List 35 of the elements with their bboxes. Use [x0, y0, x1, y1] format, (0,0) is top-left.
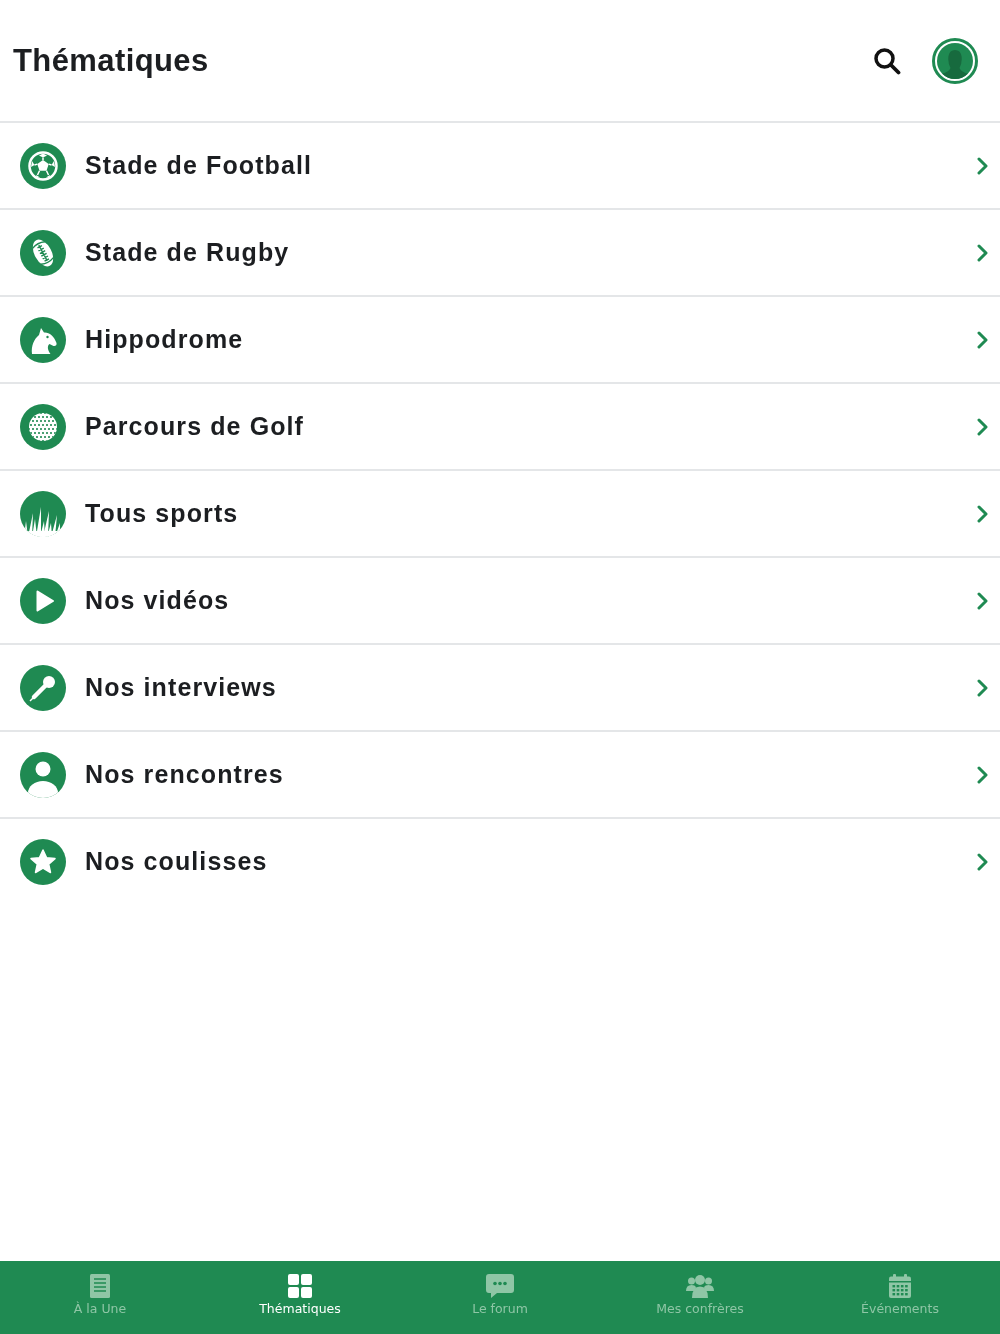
chevron-right-icon	[977, 417, 988, 436]
category-item[interactable]: Tous sports	[0, 469, 1000, 556]
chevron-right-icon	[977, 765, 988, 784]
horse-head-icon	[20, 316, 66, 363]
rugby-ball-icon	[20, 229, 66, 276]
chevron-right-icon	[977, 156, 988, 175]
category-item[interactable]: Stade de Football	[0, 121, 1000, 208]
category-item[interactable]: Stade de Rugby	[0, 208, 1000, 295]
person-icon	[20, 751, 66, 798]
category-item[interactable]: Hippodrome	[0, 295, 1000, 382]
chevron-right-icon	[977, 852, 988, 871]
chevron-right-icon	[977, 678, 988, 697]
chevron-right-icon	[977, 330, 988, 349]
user-avatar-icon[interactable]	[932, 37, 978, 84]
grid-icon	[288, 1274, 312, 1298]
calendar-icon	[889, 1274, 911, 1298]
category-item[interactable]: Nos vidéos	[0, 556, 1000, 643]
page-title: Thématiques	[13, 42, 209, 79]
nav-tab[interactable]: Thématiques	[200, 1261, 400, 1334]
search-icon[interactable]	[873, 46, 901, 75]
grass-icon	[20, 490, 66, 537]
golf-ball-icon	[20, 403, 66, 450]
category-item[interactable]: Nos interviews	[0, 643, 1000, 730]
microphone-icon	[20, 664, 66, 711]
category-item[interactable]: Nos rencontres	[0, 730, 1000, 817]
play-icon	[20, 577, 66, 624]
category-item[interactable]: Nos coulisses	[0, 817, 1000, 904]
chevron-right-icon	[977, 504, 988, 523]
people-icon	[686, 1274, 714, 1298]
chat-bubble-icon	[486, 1274, 514, 1298]
soccer-ball-icon	[20, 142, 66, 189]
chevron-right-icon	[977, 243, 988, 262]
document-icon	[90, 1274, 110, 1298]
chevron-right-icon	[977, 591, 988, 610]
category-item[interactable]: Parcours de Golf	[0, 382, 1000, 469]
